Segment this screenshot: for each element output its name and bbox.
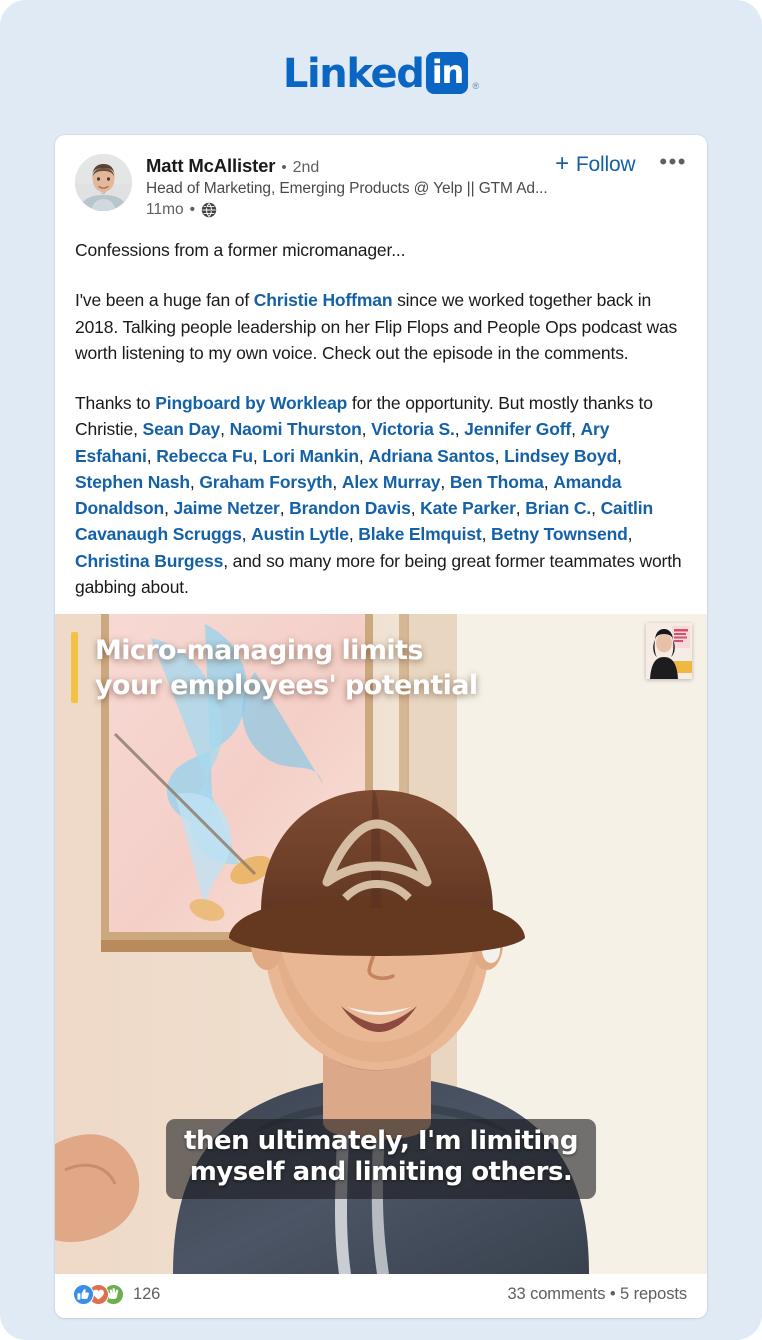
podcast-thumbnail — [646, 623, 692, 679]
mention-christina-burgess[interactable]: Christina Burgess — [75, 551, 223, 571]
mention-separator: , — [361, 419, 372, 440]
mention-separator: , — [454, 419, 465, 440]
mention-separator: , — [515, 498, 526, 518]
post-header: Matt McAllister • 2nd Head of Marketing,… — [55, 135, 707, 219]
mention-jaime-netzer[interactable]: Jaime Netzer — [174, 498, 280, 518]
mention-separator: , — [627, 524, 633, 545]
reaction-count: 126 — [133, 1285, 161, 1303]
mention-separator: , — [571, 419, 581, 440]
mention-jennifer-goff[interactable]: Jennifer Goff — [464, 419, 571, 439]
reactions-summary[interactable]: 126 — [73, 1284, 160, 1305]
author-name[interactable]: Matt McAllister — [146, 155, 275, 177]
mention-lori-mankin[interactable]: Lori Mankin — [262, 446, 359, 466]
mention-separator: , — [410, 498, 421, 518]
post-video[interactable]: Micro-managing limits your employees' po… — [55, 614, 707, 1274]
linkedin-post-page: Linked in ® Matt McAllister • 2nd Head o… — [0, 0, 762, 1340]
mention-graham-forsyth[interactable]: Graham Forsyth — [199, 472, 332, 492]
mention-sean-day[interactable]: Sean Day — [143, 419, 221, 439]
mention-blake-elmquist[interactable]: Blake Elmquist — [358, 524, 482, 544]
mention-separator: , — [146, 445, 157, 466]
post-header-actions: + Follow ••• — [555, 150, 689, 177]
more-options-icon[interactable]: ••• — [657, 150, 689, 175]
mention-rebecca-fu[interactable]: Rebecca Fu — [156, 446, 253, 466]
mention-separator: , — [481, 524, 492, 545]
p3-mentions-list: Sean Day, Naomi Thurston, Victoria S., J… — [75, 419, 653, 570]
mention-austin-lytle[interactable]: Austin Lytle — [251, 524, 349, 544]
mention-stephen-nash[interactable]: Stephen Nash — [75, 472, 190, 492]
post-paragraph-1: Confessions from a former micromanager..… — [75, 240, 406, 260]
caption-line-2: myself and limiting others. — [189, 1157, 573, 1188]
mention-separator: , — [543, 471, 554, 492]
video-headline-text: Micro-managing limits your employees' po… — [95, 632, 478, 703]
plus-icon: + — [555, 150, 569, 177]
mention-brandon-davis[interactable]: Brandon Davis — [289, 498, 411, 518]
caption-line-1: then ultimately, I'm limiting — [184, 1125, 578, 1156]
post-meta: 11mo • — [146, 201, 689, 219]
mention-separator: , — [252, 445, 263, 466]
mention-pingboard-by-workleap[interactable]: Pingboard by Workleap — [155, 393, 347, 413]
post-body: Confessions from a former micromanager..… — [55, 219, 707, 614]
post-paragraph-2: I've been a huge fan of Christie Hoffman… — [75, 287, 685, 366]
post-card: Matt McAllister • 2nd Head of Marketing,… — [55, 135, 707, 1318]
comments-and-reposts[interactable]: 33 comments • 5 reposts — [507, 1285, 687, 1304]
mention-lindsey-boyd[interactable]: Lindsey Boyd — [504, 446, 617, 466]
follow-button-label: Follow — [575, 153, 636, 176]
mention-separator: , — [332, 471, 342, 492]
mention-alex-murray[interactable]: Alex Murray — [342, 472, 441, 492]
mention-separator: , — [494, 445, 505, 466]
video-headline-overlay: Micro-managing limits your employees' po… — [71, 632, 478, 704]
video-headline-line-2: your employees' potential — [95, 669, 478, 701]
like-icon — [73, 1284, 94, 1305]
mention-separator: , — [220, 419, 230, 440]
meta-separator: • — [189, 201, 196, 218]
video-caption: then ultimately, I'm limiting myself and… — [166, 1118, 596, 1199]
mention-separator: , — [358, 445, 369, 466]
mention-separator: , — [241, 524, 252, 545]
logo-in-badge: in — [426, 52, 469, 94]
mention-christie-hoffman[interactable]: Christie Hoffman — [254, 290, 393, 310]
mention-separator: , — [591, 498, 601, 518]
mention-separator: , — [164, 498, 174, 518]
mention-separator: , — [348, 524, 359, 545]
video-headline-line-1: Micro-managing limits — [95, 635, 423, 666]
p2-text-1: I've been a huge fan of — [75, 290, 254, 311]
registered-trademark-icon: ® — [472, 81, 480, 91]
mention-separator: , — [617, 445, 622, 466]
follow-button[interactable]: + Follow — [555, 150, 636, 177]
mention-victoria-s[interactable]: Victoria S. — [371, 419, 455, 439]
connection-degree: 2nd — [292, 159, 320, 176]
mention-ben-thoma[interactable]: Ben Thoma — [450, 472, 544, 492]
mention-separator: , — [189, 471, 200, 492]
mention-separator: , — [279, 498, 290, 518]
linkedin-logo[interactable]: Linked in ® — [0, 52, 762, 94]
post-timestamp: 11mo — [146, 201, 184, 218]
globe-icon — [201, 202, 217, 218]
mention-kate-parker[interactable]: Kate Parker — [420, 498, 516, 518]
logo-wordmark: Linked — [282, 51, 425, 97]
mention-betny-townsend[interactable]: Betny Townsend — [491, 524, 628, 544]
mention-adriana-santos[interactable]: Adriana Santos — [368, 446, 494, 466]
mention-naomi-thurston[interactable]: Naomi Thurston — [230, 419, 362, 439]
author-headline: Head of Marketing, Emerging Products @ Y… — [146, 180, 548, 197]
p3-text-1: Thanks to — [75, 393, 156, 413]
engagement-bar: 126 33 comments • 5 reposts — [55, 1274, 707, 1318]
post-paragraph-3: Thanks to Pingboard by Workleap for the … — [75, 390, 685, 600]
mention-separator: , — [440, 471, 450, 492]
author-separator: • — [281, 159, 287, 176]
avatar[interactable] — [75, 154, 132, 211]
accent-bar — [71, 632, 78, 704]
mention-brian-c[interactable]: Brian C. — [525, 498, 591, 518]
